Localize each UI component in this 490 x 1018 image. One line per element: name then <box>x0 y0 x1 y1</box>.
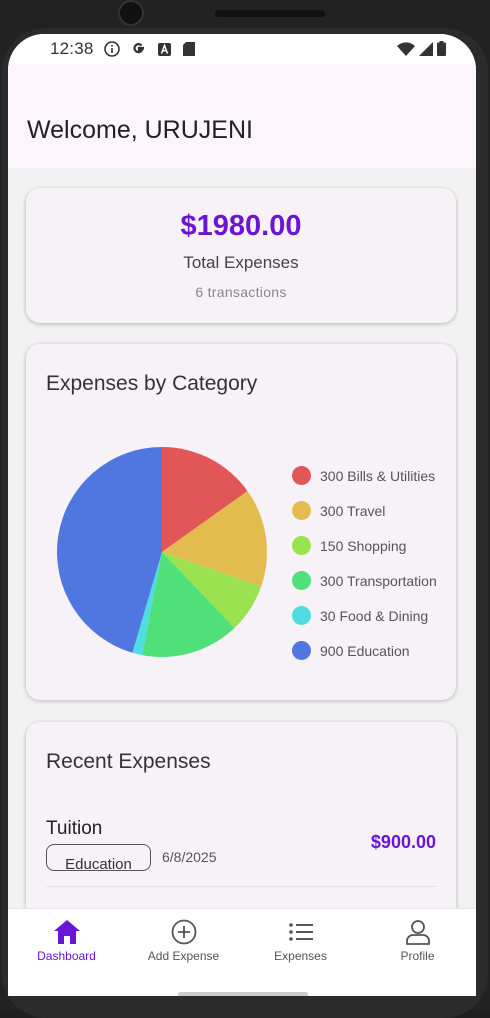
phone-frame: 12:38 Welcome, URUJENI $1980.00 Total Ex… <box>0 0 490 1018</box>
category-card: Expenses by Category 300 Bills & Utiliti… <box>26 344 456 700</box>
legend-dot <box>292 606 311 625</box>
total-amount: $1980.00 <box>180 210 302 242</box>
battery-icon <box>437 41 446 56</box>
legend-dot <box>292 536 311 555</box>
add-circle-icon <box>171 919 196 945</box>
category-pie-chart <box>56 447 267 657</box>
legend-item: 150 Shopping <box>292 528 437 563</box>
list-divider <box>46 886 436 887</box>
person-icon <box>405 920 430 945</box>
expense-name: Tuition <box>46 818 103 839</box>
total-expenses-card: $1980.00 Total Expenses 6 transactions <box>26 188 456 323</box>
expense-amount: $900.00 <box>370 832 436 852</box>
chart-legend: 300 Bills & Utilities 300 Travel 150 Shopp… <box>292 458 437 668</box>
legend-item: 900 Education <box>292 633 437 668</box>
nav-profile[interactable]: Profile <box>359 909 476 979</box>
bottom-navigation: Dashboard Add Expense Expenses Profile <box>8 908 476 996</box>
a-icon <box>158 42 171 56</box>
nav-expenses[interactable]: Expenses <box>242 909 359 979</box>
legend-item: 30 Food & Dining <box>292 598 437 633</box>
nav-add-expense-label: Add Expense <box>147 949 220 963</box>
transaction-count: 6 transactions <box>195 284 287 300</box>
legend-dot <box>292 571 311 590</box>
recent-expenses-title: Recent Expenses <box>46 750 211 773</box>
sd-card-icon <box>183 42 195 56</box>
nav-add-expense[interactable]: Add Expense <box>125 909 242 979</box>
legend-label: 300 Bills & Utilities <box>320 467 436 484</box>
nav-dashboard-label: Dashboard <box>37 949 96 963</box>
status-time: 12:38 <box>50 39 94 58</box>
legend-label: 30 Food & Dining <box>320 607 429 624</box>
legend-item: 300 Transportation <box>292 563 437 598</box>
nav-dashboard[interactable]: Dashboard <box>8 909 125 979</box>
signal-icon <box>419 41 433 56</box>
legend-dot <box>292 501 311 520</box>
expense-date: 6/8/2025 <box>162 849 217 865</box>
legend-label: 300 Travel <box>320 502 386 519</box>
front-camera <box>118 0 144 26</box>
legend-item: 300 Bills & Utilities <box>292 458 437 493</box>
gesture-home-bar[interactable] <box>178 992 308 996</box>
legend-item: 300 Travel <box>292 493 437 528</box>
legend-dot <box>292 641 311 660</box>
legend-label: 300 Transportation <box>320 572 437 589</box>
speaker-grill <box>215 10 325 17</box>
total-label: Total Expenses <box>183 253 299 272</box>
list-icon <box>288 923 313 941</box>
legend-label: 900 Education <box>320 642 410 659</box>
legend-dot <box>292 466 311 485</box>
home-icon <box>53 920 80 944</box>
status-bar: 12:38 <box>8 34 476 64</box>
app-screen: 12:38 Welcome, URUJENI $1980.00 Total Ex… <box>8 34 476 996</box>
category-chip[interactable]: Education <box>46 844 151 871</box>
welcome-title: Welcome, URUJENI <box>27 116 253 144</box>
category-card-title: Expenses by Category <box>46 372 258 395</box>
legend-label: 150 Shopping <box>320 537 407 554</box>
info-icon <box>104 41 120 57</box>
nav-profile-label: Profile <box>400 949 435 963</box>
nav-expenses-label: Expenses <box>274 949 327 963</box>
wifi-icon <box>397 41 415 56</box>
google-icon <box>133 43 144 54</box>
